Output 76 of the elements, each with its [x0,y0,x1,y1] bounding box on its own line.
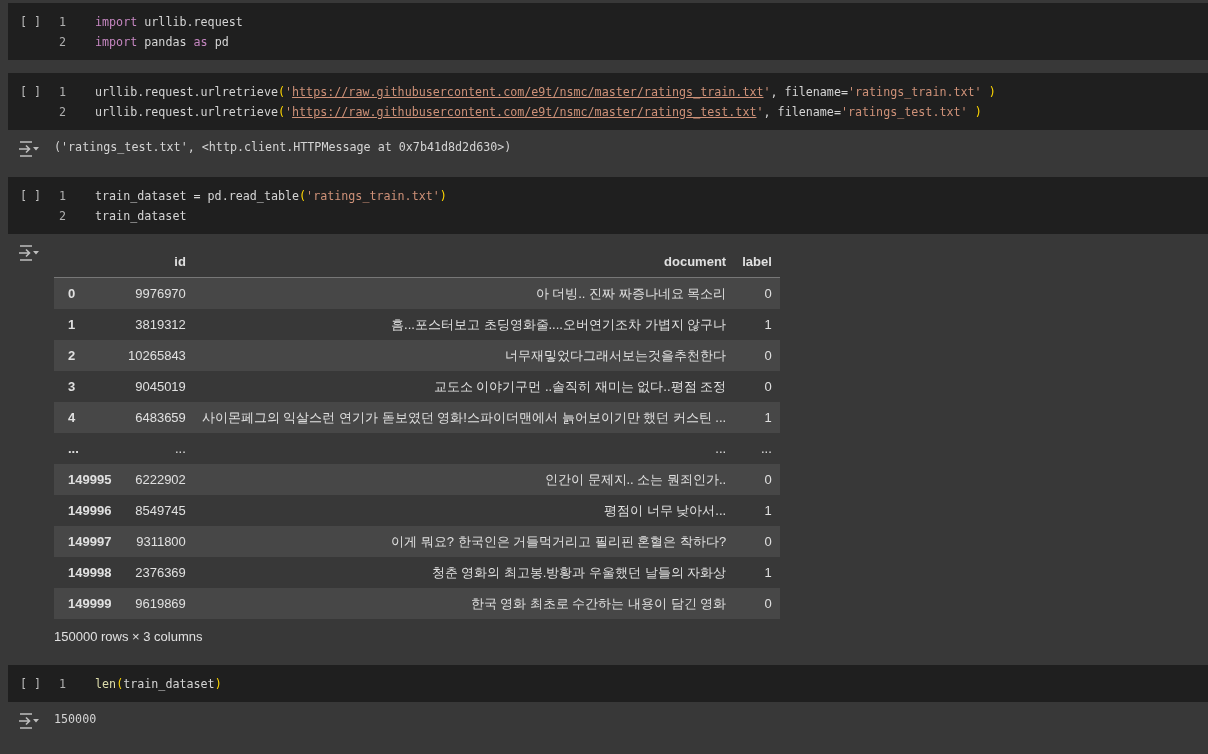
table-cell: 0 [734,371,780,402]
line-number: 1 [57,14,66,31]
row-index: ... [54,433,120,464]
table-cell: 3819312 [120,309,194,340]
code-line: train_dataset [95,208,187,225]
code-cell[interactable]: [ ] 1 import urllib.request 2 import pandas as pd [8,3,1208,60]
table-cell: 6483659 [120,402,194,433]
row-index: 1 [54,309,120,340]
row-index: 149999 [54,588,120,619]
output-text: 150000 [54,711,97,728]
table-cell: ... [120,433,194,464]
row-index: 149997 [54,526,120,557]
table-cell: 교도소 이야기구먼 ..솔직히 재미는 없다..평점 조정 [193,371,735,402]
row-index: 149996 [54,495,120,526]
code-cell[interactable]: [ ] 1 len(train_dataset) [8,665,1208,702]
table-cell: 6222902 [120,464,194,495]
table-cell: 청춘 영화의 최고봉.방황과 우울했던 날들의 자화상 [193,557,735,588]
table-cell: 1 [734,309,780,340]
run-button[interactable]: [ ] [20,82,50,102]
table-cell: 9976970 [120,277,194,309]
row-index: 0 [54,277,120,309]
line-number: 2 [57,208,66,225]
row-index: 149998 [54,557,120,588]
table-cell: 1 [734,557,780,588]
table-cell: 1 [734,402,780,433]
code-cell[interactable]: [ ] 1 train_dataset = pd.read_table('ratings_train.txt') 2 train_dataset [8,177,1208,234]
code-line: len(train_dataset) [95,676,222,693]
output-toggle-icon[interactable] [18,140,40,158]
table-cell: 8549745 [120,495,194,526]
output-toggle-icon[interactable] [18,244,40,262]
line-number: 2 [57,104,66,121]
table-dimensions: 150000 rows × 3 columns [54,628,204,646]
column-header: id [120,245,194,278]
table-cell: 9311800 [120,526,194,557]
output-toggle-icon[interactable] [18,712,40,730]
line-number: 1 [57,676,66,693]
column-header: label [734,245,780,278]
table-cell: 평점이 너무 낮아서... [193,495,735,526]
table-cell: 사이몬페그의 익살스런 연기가 돋보였던 영화!스파이더맨에서 늙어보이기만 했던 커스틴 ... [193,402,735,433]
row-index: 149995 [54,464,120,495]
code-line: import urllib.request [95,14,243,31]
table-cell: 2376369 [120,557,194,588]
table-cell: ... [734,433,780,464]
table-cell: 아 더빙.. 진짜 짜증나네요 목소리 [193,277,735,309]
code-link[interactable]: https://raw.githubusercontent.com/e9t/nsmc/master/ratings_test.txt [292,105,757,119]
table-cell: 흠...포스터보고 초딩영화줄....오버연기조차 가볍지 않구나 [193,309,735,340]
table-cell: 0 [734,526,780,557]
column-header: document [193,245,735,278]
run-button[interactable]: [ ] [20,674,50,694]
table-cell: 너무재밓었다그래서보는것을추천한다 [193,340,735,371]
line-number: 2 [57,34,66,51]
table-cell: 이게 뭐요? 한국인은 거들먹거리고 필리핀 혼혈은 착하다? [193,526,735,557]
table-cell: 0 [734,340,780,371]
code-link[interactable]: https://raw.githubusercontent.com/e9t/nsmc/master/ratings_train.txt [292,85,764,99]
table-cell: ... [193,433,735,464]
table-cell: 9045019 [120,371,194,402]
code-line: urllib.request.urlretrieve('https://raw.githubusercontent.com/e9t/nsmc/master/ratings_train.txt', filename='ratings_train.txt' ) [95,84,996,101]
line-number: 1 [57,84,66,101]
table-cell: 1 [734,495,780,526]
code-line: import pandas as pd [95,34,229,51]
code-line: train_dataset = pd.read_table('ratings_train.txt') [95,188,447,205]
table-cell: 9619869 [120,588,194,619]
row-index: 3 [54,371,120,402]
table-cell: 0 [734,277,780,309]
code-line: urllib.request.urlretrieve('https://raw.githubusercontent.com/e9t/nsmc/master/ratings_test.txt', filename='ratings_test.txt' ) [95,104,982,121]
run-button[interactable]: [ ] [20,12,50,32]
table-cell: 0 [734,588,780,619]
row-index: 2 [54,340,120,371]
table-cell: 한국 영화 최초로 수간하는 내용이 담긴 영화 [193,588,735,619]
output-text: ('ratings_test.txt', <http.client.HTTPMessage at 0x7b41d8d2d630>) [54,139,512,156]
run-button[interactable]: [ ] [20,186,50,206]
table-cell: 인간이 문제지.. 소는 뭔죄인가.. [193,464,735,495]
row-index: 4 [54,402,120,433]
table-cell: 0 [734,464,780,495]
line-number: 1 [57,188,66,205]
table-cell: 10265843 [120,340,194,371]
